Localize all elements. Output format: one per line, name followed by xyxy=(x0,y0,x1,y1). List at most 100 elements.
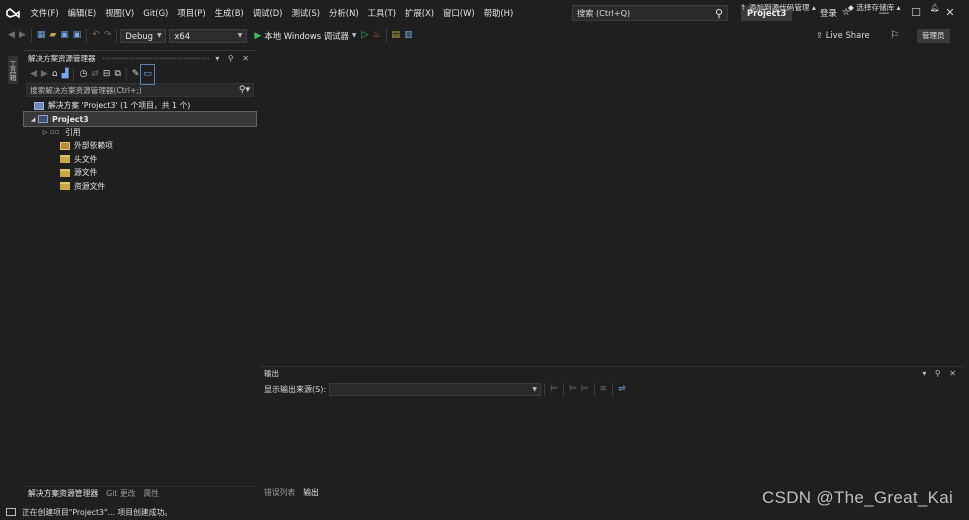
undo-icon[interactable]: ↶ xyxy=(90,26,102,45)
run-label: 本地 Windows 调试器 xyxy=(264,30,349,41)
tree-item-header-files[interactable]: 头文件 xyxy=(24,153,256,166)
start-without-debugging-icon[interactable]: ▷ xyxy=(360,26,371,45)
tab-solution-explorer[interactable]: 解决方案资源管理器 xyxy=(24,487,102,501)
tree-item-label: 头文件 xyxy=(74,154,98,164)
configuration-dropdown[interactable]: Debug ▼ xyxy=(120,28,167,43)
live-share-label: Live Share xyxy=(825,30,870,40)
platform-dropdown[interactable]: x64 ▼ xyxy=(169,28,248,43)
solution-explorer-search-input[interactable]: 搜索解决方案资源管理器(Ctrl+;) ⚲▾ xyxy=(26,83,254,97)
save-icon[interactable]: ▣ xyxy=(58,26,71,45)
toolbar-separator xyxy=(385,29,387,42)
grip-dots[interactable] xyxy=(101,56,210,60)
menu-view[interactable]: 视图(V) xyxy=(101,0,139,26)
output-title: 输出 xyxy=(264,369,279,378)
find-message-icon[interactable]: ⊨ xyxy=(548,380,560,399)
menu-help[interactable]: 帮助(H) xyxy=(479,0,518,26)
tree-solution-node[interactable]: 解决方案 'Project3' (1 个项目，共 1 个) xyxy=(24,99,256,112)
output-header: 输出 ▾ ⚲ ✕ xyxy=(260,367,963,380)
toolbar-options-icon[interactable]: ▥ xyxy=(402,26,415,45)
tree-item-external-deps[interactable]: 外部依赖项 xyxy=(24,139,256,152)
menu-edit[interactable]: 编辑(E) xyxy=(63,0,101,26)
share-icon: ⇪ xyxy=(816,30,826,40)
sync-icon[interactable]: ⇄ xyxy=(89,65,101,84)
menu-window[interactable]: 窗口(W) xyxy=(439,0,480,26)
tab-properties[interactable]: 属性 xyxy=(140,487,164,501)
tree-project-node[interactable]: ◢ Project3 xyxy=(23,111,257,127)
login-link[interactable]: 登录 xyxy=(820,0,837,26)
switch-views-icon[interactable]: ▟ xyxy=(60,65,71,84)
menu-project[interactable]: 项目(P) xyxy=(173,0,210,26)
collapse-all-icon[interactable]: ⊟ xyxy=(101,65,113,84)
solution-tree: 解决方案 'Project3' (1 个项目，共 1 个) ◢ Project3… xyxy=(23,97,257,193)
new-project-icon[interactable]: ▦ xyxy=(35,26,48,45)
previous-message-icon[interactable]: ⊨ xyxy=(567,380,579,399)
output-toolbar: 显示输出来源(S): ▼ ⊨ ⊨ ⊨ ≡ ⇌ xyxy=(260,380,963,398)
status-message: 正在创建项目"Project3"... 项目创建成功。 xyxy=(22,507,173,517)
menu-analyze[interactable]: 分析(N) xyxy=(325,0,364,26)
tree-item-references[interactable]: ▷ ▫▫ 引用 xyxy=(24,126,256,139)
toolbox-tab[interactable]: 工具箱 xyxy=(8,56,18,84)
menu-git[interactable]: Git(G) xyxy=(139,0,173,26)
editor-area[interactable] xyxy=(260,50,969,364)
add-to-source-control-label: 添加到源代码管理 xyxy=(748,3,810,12)
output-source-dropdown[interactable]: ▼ xyxy=(329,382,542,396)
solution-configurations-icon[interactable]: ▤ xyxy=(390,26,403,45)
toolbar-separator xyxy=(544,382,546,396)
menu-debug[interactable]: 调试(D) xyxy=(248,0,287,26)
navigate-back-icon[interactable]: ◀ xyxy=(6,26,17,45)
expanded-chevron-icon[interactable]: ◢ xyxy=(28,116,38,123)
back-icon[interactable]: ◀ xyxy=(28,65,39,84)
tree-item-resource-files[interactable]: 资源文件 xyxy=(24,179,256,192)
status-output-icon[interactable] xyxy=(6,508,16,516)
home-icon[interactable]: ⌂ xyxy=(50,65,60,84)
properties-icon[interactable]: ✎ xyxy=(130,65,142,84)
collapsed-chevron-icon[interactable]: ▷ xyxy=(40,129,50,136)
tab-error-list[interactable]: 错误列表 xyxy=(260,486,299,500)
watermark-text: CSDN @The_Great_Kai xyxy=(762,488,954,507)
toolbar-separator xyxy=(30,29,32,42)
close-button[interactable]: ✕ xyxy=(936,0,964,26)
start-debugging-button[interactable]: ▶ 本地 Windows 调试器 ▼ xyxy=(251,30,359,42)
tab-git-changes[interactable]: Git 更改 xyxy=(102,487,139,501)
save-all-icon[interactable]: ▣ xyxy=(71,26,84,45)
clear-all-icon[interactable]: ≡ xyxy=(598,380,610,399)
toolbar-separator xyxy=(116,29,118,42)
output-panel: 输出 ▾ ⚲ ✕ 显示输出来源(S): ▼ ⊨ ⊨ ⊨ ≡ ⇌ 错误列表 输出 xyxy=(260,366,963,500)
tree-solution-label: 解决方案 'Project3' (1 个项目，共 1 个) xyxy=(48,101,191,111)
live-share-button[interactable]: ⇪ Live Share xyxy=(816,26,870,45)
hot-reload-icon[interactable]: ♨ xyxy=(370,26,382,45)
show-all-files-icon[interactable]: ⧉ xyxy=(112,65,122,84)
panel-controls[interactable]: ▾ ⚲ ✕ xyxy=(215,54,252,63)
toolbar-separator xyxy=(562,382,564,396)
open-folder-icon[interactable]: ▰ xyxy=(47,26,58,45)
menu-file[interactable]: 文件(F) xyxy=(26,0,63,26)
menu-extensions[interactable]: 扩展(X) xyxy=(401,0,439,26)
next-message-icon[interactable]: ⊨ xyxy=(579,380,591,399)
panel-controls[interactable]: ▾ ⚲ ✕ xyxy=(922,369,959,378)
maximize-button[interactable]: ☐ xyxy=(902,0,930,26)
notifications-icon[interactable]: 🔔︎ xyxy=(930,0,940,16)
chevron-up-icon: ▴ xyxy=(894,3,901,12)
chevron-down-icon: ▼ xyxy=(156,31,162,39)
tab-output[interactable]: 输出 xyxy=(299,486,323,500)
toolbar-separator xyxy=(86,29,88,42)
feedback-icon[interactable]: ⚐ xyxy=(890,26,899,45)
pending-changes-icon[interactable]: ◷ xyxy=(77,65,89,84)
add-to-source-control-button[interactable]: ↑ 添加到源代码管理 ▴ xyxy=(740,0,816,16)
menu-build[interactable]: 生成(B) xyxy=(210,0,248,26)
menu-tools[interactable]: 工具(T) xyxy=(363,0,400,26)
output-text-area[interactable] xyxy=(264,399,963,486)
word-wrap-icon[interactable]: ⇌ xyxy=(616,380,628,399)
redo-icon[interactable]: ↷ xyxy=(102,26,114,45)
preview-selected-icon[interactable]: ▭ xyxy=(140,63,155,85)
search-icon: ⚲▾ xyxy=(238,85,250,95)
toolbar-separator xyxy=(612,382,614,396)
forward-icon[interactable]: ▶ xyxy=(39,65,50,84)
search-input[interactable]: 搜索 (Ctrl+Q) ⚲ xyxy=(572,5,728,21)
tree-item-source-files[interactable]: 源文件 xyxy=(24,166,256,179)
navigate-forward-icon[interactable]: ▶ xyxy=(17,26,28,45)
menu-test[interactable]: 测试(S) xyxy=(287,0,325,26)
toolbar-separator xyxy=(593,382,595,396)
select-repository-button[interactable]: ◆ 选择存储库 ▴ xyxy=(848,0,900,16)
output-tabs: 错误列表 输出 xyxy=(260,486,323,500)
